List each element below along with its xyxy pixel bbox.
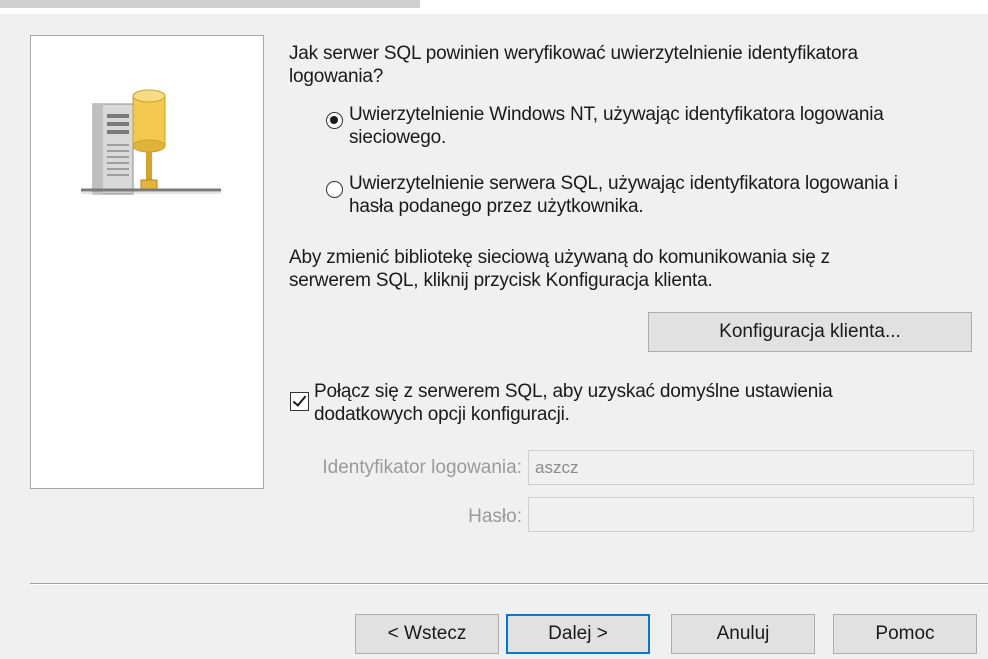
windows-auth-label[interactable]: Uwierzytelnienie Windows NT, używając id… [349,103,884,149]
sql-auth-label-line1: Uwierzytelnienie serwera SQL, używając i… [349,173,898,194]
connect-defaults-line2: dodatkowych opcji konfiguracji. [314,404,570,425]
network-info-line1: Aby zmienić bibliotekę sieciową używaną … [289,247,830,268]
cancel-button[interactable]: Anuluj [671,614,815,654]
login-id-field[interactable]: aszcz [528,450,974,485]
auth-question: Jak serwer SQL powinien weryfikować uwie… [289,42,858,88]
auth-question-line2: logowania? [289,66,384,87]
button-area-divider [30,583,988,585]
connect-defaults-line1: Połącz się z serwerem SQL, aby uzyskać d… [314,381,833,402]
server-network-icon [81,89,221,195]
password-label: Hasło: [468,506,522,527]
check-icon [292,392,307,407]
network-info-line2: serwerem SQL, kliknij przycisk Konfigura… [289,270,713,291]
sql-auth-label-line2: hasła podanego przez użytkownika. [349,196,644,217]
login-id-label: Identyfikator logowania: [322,457,522,478]
network-library-info: Aby zmienić bibliotekę sieciową używaną … [289,246,830,292]
sql-auth-radio[interactable] [326,181,343,198]
auth-question-line1: Jak serwer SQL powinien weryfikować uwie… [289,43,858,64]
connect-defaults-label[interactable]: Połącz się z serwerem SQL, aby uzyskać d… [314,380,833,426]
connect-defaults-checkbox[interactable] [290,392,309,411]
windows-auth-label-line1: Uwierzytelnienie Windows NT, używając id… [349,104,884,125]
windows-auth-label-line2: sieciowego. [349,127,447,148]
next-button[interactable]: Dalej > [506,614,650,654]
windows-auth-radio[interactable] [326,112,343,129]
sql-auth-label[interactable]: Uwierzytelnienie serwera SQL, używając i… [349,172,898,218]
title-strip [0,0,420,8]
client-configuration-button[interactable]: Konfiguracja klienta... [648,312,972,352]
radio-selected-dot [330,116,338,124]
back-button[interactable]: < Wstecz [355,614,499,654]
side-image-panel [30,35,264,489]
data-source-wizard-dialog: Jak serwer SQL powinien weryfikować uwie… [0,0,988,659]
help-button[interactable]: Pomoc [833,614,977,654]
password-field[interactable] [528,497,974,532]
